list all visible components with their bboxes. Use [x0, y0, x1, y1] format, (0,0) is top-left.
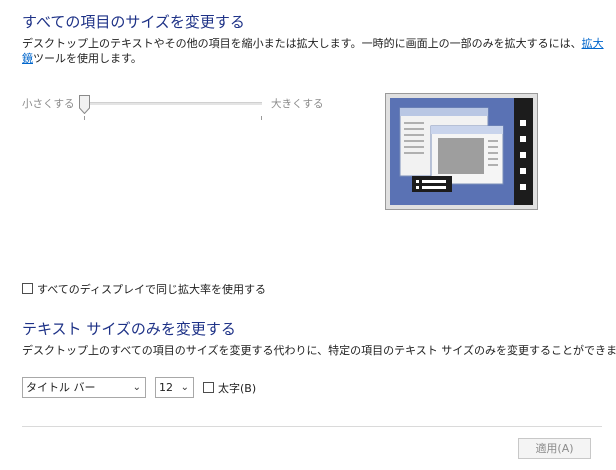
- item-select[interactable]: タイトル バー ⌄: [22, 377, 146, 398]
- section-description-all-items: デスクトップ上のテキストやその他の項目を縮小または拡大します。一時的に画面上の一…: [22, 36, 608, 66]
- monitor-preview-icon: [386, 94, 537, 209]
- section-description-text-only: デスクトップ上のすべての項目のサイズを変更する代わりに、特定の項目のテキスト サ…: [22, 344, 616, 357]
- slider-min-label: 小さくする: [22, 98, 75, 110]
- chevron-down-icon: ⌄: [132, 382, 141, 393]
- size-slider-track[interactable]: [85, 102, 262, 105]
- description-text: デスクトップ上のテキストやその他の項目を縮小または拡大します。一時的に画面上の一…: [22, 37, 582, 50]
- item-select-value: タイトル バー: [26, 381, 96, 394]
- slider-tick: [84, 116, 85, 120]
- section-title-text-only: テキスト サイズのみを変更する: [22, 320, 236, 338]
- font-size-select-value: 12: [159, 381, 173, 394]
- display-preview-image: [385, 93, 538, 210]
- same-scale-checkbox[interactable]: [22, 283, 33, 294]
- bold-checkbox[interactable]: [203, 382, 214, 393]
- divider: [22, 426, 602, 427]
- same-scale-checkbox-label[interactable]: すべてのディスプレイで同じ拡大率を使用する: [37, 281, 266, 297]
- slider-tick: [261, 116, 262, 120]
- apply-button[interactable]: 適用(A): [518, 438, 591, 459]
- description-text-tail: ツールを使用します。: [33, 52, 142, 65]
- size-slider-thumb[interactable]: [79, 95, 90, 114]
- font-size-select[interactable]: 12 ⌄: [155, 377, 194, 398]
- bold-checkbox-label[interactable]: 太字(B): [218, 380, 256, 396]
- section-title-all-items: すべての項目のサイズを変更する: [22, 13, 245, 31]
- display-settings-page: すべての項目のサイズを変更する デスクトップ上のテキストやその他の項目を縮小また…: [0, 0, 616, 470]
- chevron-down-icon: ⌄: [180, 382, 189, 393]
- slider-max-label: 大きくする: [271, 98, 324, 110]
